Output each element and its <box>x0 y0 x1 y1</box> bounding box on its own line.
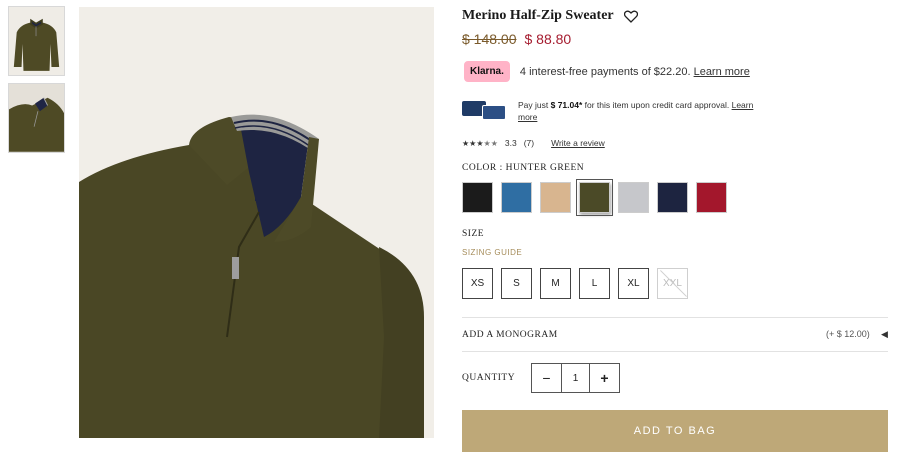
klarna-text: 4 interest-free payments of $22.20. <box>519 65 691 78</box>
product-main-image[interactable] <box>79 7 434 438</box>
sweater-front-thumbnail-image <box>9 7 64 75</box>
swatch-hunter-green[interactable] <box>576 179 613 216</box>
klarna-logo: Klarna. <box>464 61 510 82</box>
quantity-decrease-button[interactable]: − <box>532 364 561 392</box>
quantity-value[interactable]: 1 <box>561 364 590 392</box>
price-row: $ 148.00 $ 88.80 <box>462 31 571 47</box>
write-review-link[interactable]: Write a review <box>551 138 605 148</box>
credit-offer-suffix: for this item upon credit card approval. <box>582 100 730 110</box>
quantity-stepper: − 1 + <box>531 363 620 393</box>
caret-left-icon[interactable]: ◀ <box>881 329 888 340</box>
size-xxl-button: XXL <box>657 268 688 299</box>
divider <box>462 317 888 318</box>
credit-offer-prefix: Pay just <box>518 100 551 110</box>
rating-count[interactable]: (7) <box>524 138 534 148</box>
size-xs-button[interactable]: XS <box>462 268 493 299</box>
size-label: SIZE <box>462 229 485 239</box>
sizing-guide-link[interactable]: SIZING GUIDE <box>462 248 522 257</box>
heart-icon[interactable] <box>623 10 638 23</box>
credit-card-offer: Pay just $ 71.04* for this item upon cre… <box>462 99 768 123</box>
original-price: $ 148.00 <box>462 31 517 47</box>
swatch-light-grey[interactable] <box>618 182 649 213</box>
product-title-row: Merino Half-Zip Sweater <box>462 8 638 24</box>
star-rating-icons[interactable]: ★★★★★ <box>462 139 498 148</box>
credit-offer-amount: $ 71.04* <box>550 100 583 110</box>
color-swatches <box>462 179 727 216</box>
product-title: Merino Half-Zip Sweater <box>462 8 614 23</box>
size-m-button[interactable]: M <box>540 268 571 299</box>
sale-price: $ 88.80 <box>524 31 572 47</box>
monogram-price: (+ $ 12.00) <box>826 329 870 339</box>
add-to-bag-button[interactable]: ADD TO BAG <box>462 410 888 452</box>
sweater-detail-thumbnail-image <box>9 84 64 152</box>
klarna-promo: Klarna. 4 interest-free payments of $22.… <box>464 61 750 82</box>
swatch-navy[interactable] <box>657 182 688 213</box>
rating-score: 3.3 <box>504 138 517 148</box>
size-s-button[interactable]: S <box>501 268 532 299</box>
monogram-label[interactable]: ADD A MONOGRAM <box>462 330 558 340</box>
swatch-camel[interactable] <box>540 182 571 213</box>
rating-row: ★★★★★ 3.3 (7) Write a review <box>462 138 605 148</box>
divider <box>462 351 888 352</box>
color-label: COLOR : HUNTER GREEN <box>462 163 585 173</box>
swatch-red[interactable] <box>696 182 727 213</box>
klarna-learn-more-link[interactable]: Learn more <box>694 66 750 78</box>
swatch-blue[interactable] <box>501 182 532 213</box>
swatch-black[interactable] <box>462 182 493 213</box>
quantity-label: QUANTITY <box>462 373 516 383</box>
thumbnail-detail[interactable] <box>8 83 65 153</box>
size-options: XS S M L XL XXL <box>462 268 688 299</box>
size-l-button[interactable]: L <box>579 268 610 299</box>
quantity-increase-button[interactable]: + <box>590 364 619 392</box>
sweater-illustration <box>79 7 434 438</box>
thumbnail-front[interactable] <box>8 6 65 76</box>
size-xl-button[interactable]: XL <box>618 268 649 299</box>
credit-card-icon <box>462 99 508 121</box>
